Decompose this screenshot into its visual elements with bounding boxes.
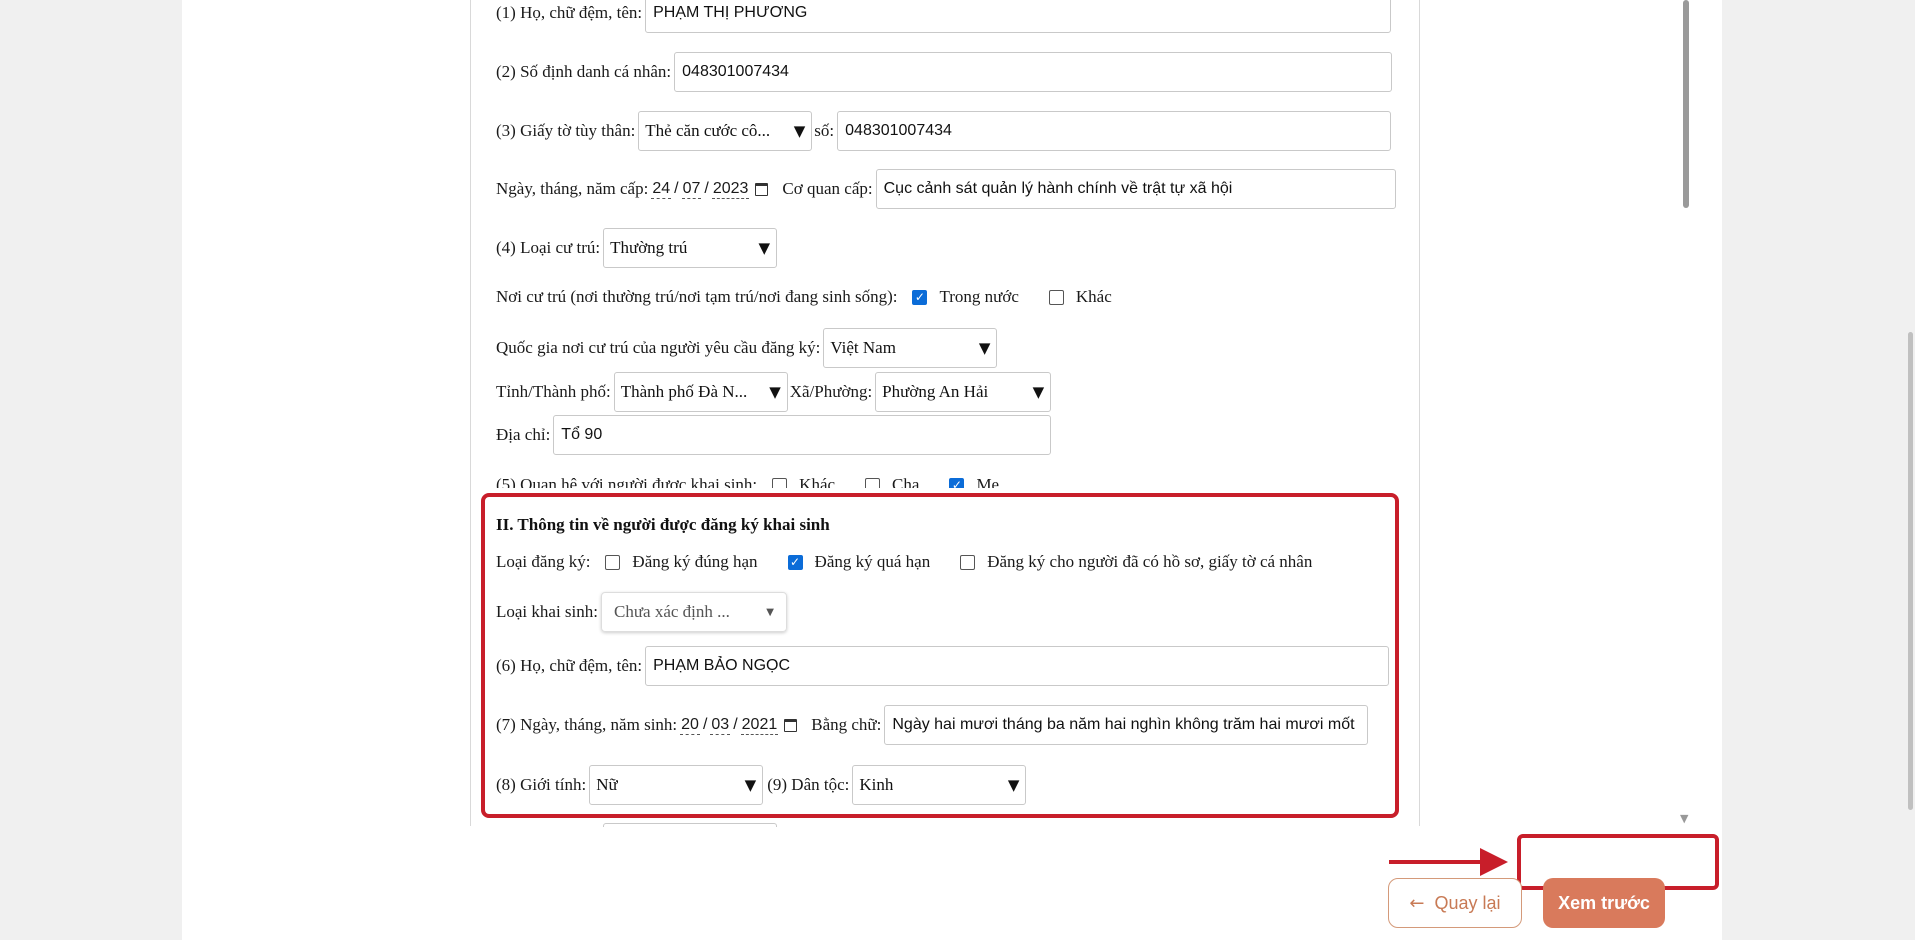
annotation-arrow-icon [1480,848,1508,876]
row-gender-ethnicity: (8) Giới tính: Nữ ▼ (9) Dân tộc: Kinh ▼ [496,765,1027,805]
next-field-edge [603,823,777,827]
dob-picker[interactable]: 20/ 03/ 2021 [680,716,798,735]
section-2-title: II. Thông tin về người được đăng ký khai… [496,515,830,534]
row-country: Quốc gia nơi cư trú của người yêu cầu đă… [496,328,998,368]
row-residence-place: Nơi cư trú (nơi thường trú/nơi tạm trú/n… [496,286,1130,308]
birth-type-select[interactable]: Chưa xác định ... ▼ [600,592,787,632]
ward-label: Xã/Phường: [789,382,873,401]
row-province-ward: Tỉnh/Thành phố: Thành phố Đà N... ▼ Xã/P… [496,372,1052,412]
id-number-label: số: [814,121,835,140]
issue-date-picker[interactable]: 24/ 07/ 2023 [651,180,769,199]
address-label: Địa chỉ: [496,425,551,444]
id-document-label: (3) Giấy tờ tùy thân: [496,121,636,140]
dropdown-arrow-icon: ▼ [978,339,991,357]
calendar-icon[interactable] [755,182,769,196]
row-personal-id: (2) Số định danh cá nhân: 048301007434 [496,52,1393,92]
issue-day[interactable]: 24 [651,180,672,199]
dob-words-label: Bằng chữ: [811,715,882,734]
dropdown-arrow-icon: ▼ [744,776,757,794]
row-registration-type: Loại đăng ký: Đăng ký đúng hạn ✓ Đăng ký… [496,551,1330,573]
row-full-name: (1) Họ, chữ đệm, tên: PHẠM THỊ PHƯƠNG [496,0,1392,33]
row-dob: (7) Ngày, tháng, năm sinh: 20/ 03/ 2021 … [496,705,1369,745]
dob-year[interactable]: 2021 [740,716,779,735]
ward-value: Phường An Hải [882,382,989,401]
form-scrollbar-thumb[interactable] [1683,0,1689,208]
row-birth-type: Loại khai sinh: Chưa xác định ... ▼ [496,592,787,632]
scroll-down-icon[interactable]: ▼ [1680,812,1688,825]
province-select[interactable]: Thành phố Đà N... ▼ [613,372,788,412]
personal-id-input[interactable]: 048301007434 [674,52,1393,92]
dropdown-arrow-icon: ▼ [758,239,771,257]
gender-select[interactable]: Nữ ▼ [589,765,764,805]
id-document-type-select[interactable]: Thẻ căn cước cô... ▼ [638,111,813,151]
row-issue: Ngày, tháng, năm cấp: 24/ 07/ 2023 Cơ qu… [496,169,1396,209]
dropdown-arrow-icon: ▼ [1032,383,1045,401]
residence-type-select[interactable]: Thường trú ▼ [603,228,778,268]
arrow-left-icon: ← [1409,892,1425,914]
row-residence-type: (4) Loại cư trú: Thường trú ▼ [496,228,778,268]
dropdown-arrow-icon: ▼ [1007,776,1020,794]
issue-date-label: Ngày, tháng, năm cấp: [496,179,649,198]
caret-down-icon: ▼ [766,606,774,618]
issue-month[interactable]: 07 [681,180,702,199]
country-value: Việt Nam [830,338,896,357]
page-scrollbar[interactable] [1908,332,1913,810]
dob-words-input[interactable]: Ngày hai mươi tháng ba năm hai nghìn khô… [884,705,1369,745]
ethnicity-value: Kinh [859,775,894,794]
with-docs-label: Đăng ký cho người đã có hồ sơ, giấy tờ c… [987,552,1313,571]
full-name-input[interactable]: PHẠM THỊ PHƯƠNG [645,0,1392,33]
domestic-checkbox[interactable]: ✓ [912,289,928,305]
preview-button-label: Xem trước [1558,892,1650,913]
residence-place-label: Nơi cư trú (nơi thường trú/nơi tạm trú/n… [496,287,898,306]
on-time-checkbox[interactable] [605,554,621,570]
ethnicity-select[interactable]: Kinh ▼ [852,765,1027,805]
authority-input[interactable]: Cục cảnh sát quản lý hành chính về trật … [875,169,1396,209]
dropdown-arrow-icon: ▼ [793,122,806,140]
ward-select[interactable]: Phường An Hải ▼ [875,372,1052,412]
gender-label: (8) Giới tính: [496,775,587,794]
dob-label: (7) Ngày, tháng, năm sinh: [496,715,678,734]
birth-type-label: Loại khai sinh: [496,602,598,621]
id-number-input[interactable]: 048301007434 [837,111,1392,151]
country-label: Quốc gia nơi cư trú của người yêu cầu đă… [496,338,821,357]
registration-type-label: Loại đăng ký: [496,552,591,571]
full-name-label: (1) Họ, chữ đệm, tên: [496,3,643,22]
country-select[interactable]: Việt Nam ▼ [823,328,998,368]
issue-year[interactable]: 2023 [711,180,750,199]
gender-value: Nữ [596,775,618,794]
address-input[interactable]: Tổ 90 [553,415,1052,455]
child-name-input[interactable]: PHẠM BẢO NGỌC [645,646,1390,686]
birth-type-value: Chưa xác định ... [613,602,730,621]
other-residence-label: Khác [1075,287,1112,306]
mask-strip [484,488,1396,498]
dob-month[interactable]: 03 [710,716,731,735]
authority-label: Cơ quan cấp: [782,179,873,198]
on-time-label: Đăng ký đúng hạn [632,552,758,571]
with-docs-checkbox[interactable] [960,554,976,570]
row-id-document: (3) Giấy tờ tùy thân: Thẻ căn cước cô...… [496,111,1392,151]
dropdown-arrow-icon: ▼ [769,383,781,401]
residence-type-label: (4) Loại cư trú: [496,238,601,257]
back-button-label: Quay lại [1434,892,1501,913]
residence-type-value: Thường trú [610,238,688,257]
late-checkbox[interactable]: ✓ [787,554,803,570]
back-button[interactable]: ← Quay lại [1388,878,1522,928]
other-residence-checkbox[interactable] [1048,289,1064,305]
domestic-label: Trong nước [939,287,1019,306]
id-document-type-value: Thẻ căn cước cô... [645,121,771,140]
calendar-icon[interactable] [784,718,798,732]
row-child-name: (6) Họ, chữ đệm, tên: PHẠM BẢO NGỌC [496,646,1390,686]
child-name-label: (6) Họ, chữ đệm, tên: [496,656,643,675]
preview-button[interactable]: Xem trước [1543,878,1665,928]
province-label: Tỉnh/Thành phố: [496,382,611,401]
dob-day[interactable]: 20 [680,716,700,735]
late-label: Đăng ký quá hạn [814,552,931,571]
province-value: Thành phố Đà N... [620,382,748,401]
row-address: Địa chỉ: Tổ 90 [496,415,1052,455]
personal-id-label: (2) Số định danh cá nhân: [496,62,672,81]
ethnicity-label: (9) Dân tộc: [767,775,850,794]
